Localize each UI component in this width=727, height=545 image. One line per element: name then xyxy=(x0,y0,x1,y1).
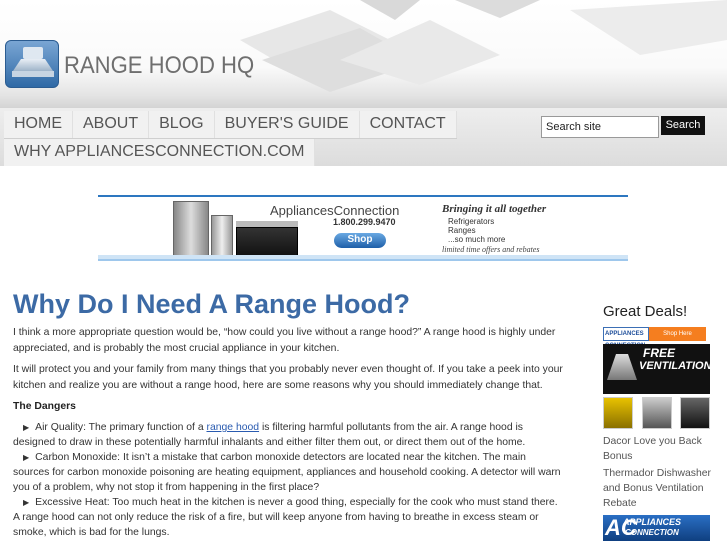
nav-contact[interactable]: CONTACT xyxy=(360,111,457,138)
range-hood-image xyxy=(607,354,637,380)
range-product-image xyxy=(603,397,633,429)
bullet-text: Air Quality: The primary function of a xyxy=(35,422,207,433)
banner-list-item: Ranges xyxy=(448,226,476,235)
banner-brand: AppliancesConnection xyxy=(270,203,400,218)
nav-home[interactable]: HOME xyxy=(4,111,73,138)
main-nav-row2: WHY APPLIANCESCONNECTION.COM xyxy=(4,139,316,166)
main-nav-row1: HOME ABOUT BLOG BUYER'S GUIDE CONTACT xyxy=(4,111,457,139)
bullet-text: Carbon Monoxide: It isn’t a mistake that… xyxy=(13,452,561,493)
nav-blog[interactable]: BLOG xyxy=(149,111,215,138)
ad-shop-here-button[interactable]: Shop Here xyxy=(649,327,706,341)
ad-ventilation-text: VENTILATION xyxy=(639,360,712,372)
banner-phone: 1.800.299.9470 xyxy=(333,217,396,227)
ad-text: APPLIANCES xyxy=(623,517,682,527)
banner-list-item: Refrigerators xyxy=(448,217,495,226)
bullet-arrow-icon: ▶ xyxy=(23,498,30,507)
article: Why Do I Need A Range Hood? I think a mo… xyxy=(13,287,563,540)
range-hood-link[interactable]: range hood xyxy=(206,422,259,433)
banner-shop-button[interactable]: Shop xyxy=(334,233,386,248)
article-paragraph-1: I think a more appropriate question woul… xyxy=(13,327,556,354)
sidebar-ad-ranges[interactable] xyxy=(603,397,710,429)
banner-list: Refrigerators Ranges ...so much more xyxy=(448,217,505,244)
range-product-image xyxy=(680,397,710,429)
sidebar-title: Great Deals! xyxy=(603,303,688,320)
ad-text: CONNECTION xyxy=(625,528,679,537)
sidebar-link-dacor[interactable]: Dacor Love you Back Bonus xyxy=(603,434,713,464)
banner-footer: limited time offers and rebates xyxy=(442,245,540,254)
bullet-excessive-heat: ▶ Excessive Heat: Too much heat in the ki… xyxy=(13,495,563,540)
search-button[interactable]: Search xyxy=(661,116,705,135)
site-header: RANGE HOOD HQ xyxy=(0,0,727,112)
page-title: Why Do I Need A Range Hood? xyxy=(13,289,410,319)
sidebar-ad-free-ventilation[interactable]: FREE VENTILATION xyxy=(603,344,712,394)
range-product-image xyxy=(641,397,672,429)
search-input[interactable]: Search site xyxy=(541,116,659,138)
refrigerator-image-2 xyxy=(211,215,233,257)
nav-about[interactable]: ABOUT xyxy=(73,111,150,138)
nav-why-appliancesconnection[interactable]: WHY APPLIANCESCONNECTION.COM xyxy=(4,139,316,166)
sidebar-ad-appliances-connection[interactable]: AC APPLIANCES CONNECTION xyxy=(603,515,710,541)
sidebar-link-thermador[interactable]: Thermador Dishwasher and Bonus Ventilati… xyxy=(603,466,713,511)
banner-list-item: ...so much more xyxy=(448,235,506,244)
sidebar-ad-shop-here[interactable]: APPLIANCES CONNECTION Shop Here xyxy=(603,327,707,349)
refrigerator-image xyxy=(173,201,209,257)
nav-buyers-guide[interactable]: BUYER'S GUIDE xyxy=(215,111,360,138)
ad-free-text: FREE xyxy=(643,346,676,360)
bullet-text: Excessive Heat: Too much heat in the kit… xyxy=(13,497,558,538)
appliances-connection-banner[interactable]: AppliancesConnection 1.800.299.9470 Shop… xyxy=(98,195,628,261)
bullet-arrow-icon: ▶ xyxy=(23,453,30,462)
logo-range-hood-icon[interactable] xyxy=(5,40,59,88)
sidebar: Great Deals! APPLIANCES CONNECTION Shop … xyxy=(603,303,713,541)
range-image xyxy=(236,227,298,257)
bullet-carbon-monoxide: ▶ Carbon Monoxide: It isn’t a mistake tha… xyxy=(13,450,563,495)
article-paragraph-2: It will protect you and your family from… xyxy=(13,364,563,391)
section-heading-dangers: The Dangers xyxy=(13,401,76,412)
banner-tagline: Bringing it all together xyxy=(442,203,547,215)
site-title[interactable]: RANGE HOOD HQ xyxy=(64,52,254,80)
bullet-air-quality: ▶ Air Quality: The primary function of a … xyxy=(13,420,563,450)
banner-strip xyxy=(98,255,628,259)
bullet-arrow-icon: ▶ xyxy=(23,423,30,432)
ad-brand-text: APPLIANCES CONNECTION xyxy=(603,327,649,349)
